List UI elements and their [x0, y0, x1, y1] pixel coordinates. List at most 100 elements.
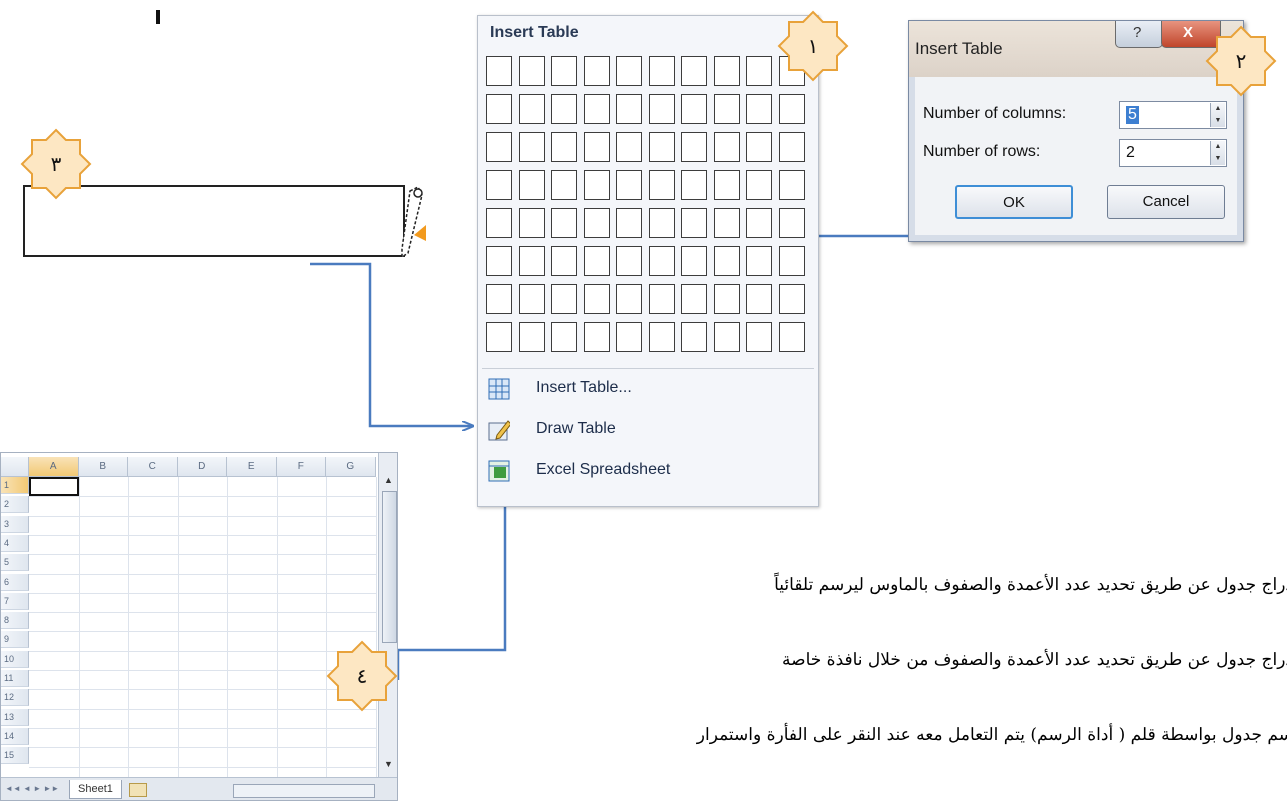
column-header[interactable]: C	[128, 457, 178, 477]
grid-cell[interactable]	[616, 284, 642, 314]
select-all-corner[interactable]	[1, 457, 29, 477]
row-header[interactable]: 3	[1, 515, 29, 533]
grid-cell[interactable]	[518, 322, 545, 352]
cancel-button[interactable]: Cancel	[1107, 185, 1225, 219]
grid-cell[interactable]	[778, 132, 805, 162]
grid-cell[interactable]	[713, 208, 740, 238]
grid-cell[interactable]	[518, 94, 545, 124]
column-header[interactable]: F	[276, 457, 326, 477]
row-header[interactable]: 13	[1, 708, 29, 726]
grid-cell[interactable]	[518, 208, 545, 238]
grid-cell[interactable]	[551, 94, 577, 124]
grid-cell[interactable]	[518, 170, 545, 200]
grid-cell[interactable]	[486, 56, 512, 86]
grid-cell[interactable]	[778, 322, 805, 352]
grid-cell[interactable]	[583, 246, 610, 276]
grid-cell[interactable]	[551, 284, 577, 314]
column-header[interactable]: E	[227, 457, 277, 477]
row-header[interactable]: 15	[1, 747, 29, 765]
columns-spin-field[interactable]: 5 ▲ ▼	[1119, 101, 1227, 129]
grid-cell[interactable]	[713, 132, 740, 162]
grid-cell[interactable]	[551, 208, 577, 238]
grid-cell[interactable]	[583, 132, 610, 162]
help-button[interactable]: ?	[1115, 21, 1163, 48]
ok-button[interactable]: OK	[955, 185, 1073, 219]
grid-cell[interactable]	[778, 246, 805, 276]
grid-cell[interactable]	[616, 208, 642, 238]
grid-cell[interactable]	[486, 284, 512, 314]
row-header[interactable]: 9	[1, 631, 29, 649]
grid-cell[interactable]	[681, 94, 707, 124]
row-header[interactable]: 12	[1, 689, 29, 707]
grid-cell[interactable]	[583, 284, 610, 314]
grid-cell[interactable]	[486, 94, 512, 124]
grid-cell[interactable]	[713, 94, 740, 124]
grid-cell[interactable]	[648, 246, 675, 276]
grid-cell[interactable]	[616, 94, 642, 124]
grid-cell[interactable]	[746, 284, 772, 314]
vertical-scrollbar[interactable]: ▲ ▼	[378, 453, 397, 777]
menu-item-excel-spreadsheet[interactable]: Excel Spreadsheet	[484, 454, 804, 488]
grid-cell[interactable]	[616, 56, 642, 86]
grid-cell[interactable]	[583, 56, 610, 86]
grid-cell[interactable]	[713, 284, 740, 314]
grid-cell[interactable]	[713, 170, 740, 200]
spin-arrows-icon[interactable]: ▲ ▼	[1210, 103, 1225, 127]
menu-item-draw-table[interactable]: Draw Table	[484, 413, 804, 447]
grid-cell[interactable]	[778, 94, 805, 124]
grid-cell[interactable]	[486, 132, 512, 162]
grid-cell[interactable]	[551, 56, 577, 86]
grid-cell[interactable]	[583, 322, 610, 352]
spin-arrows-icon[interactable]: ▲ ▼	[1210, 141, 1225, 165]
grid-cell[interactable]	[583, 94, 610, 124]
grid-cell[interactable]	[746, 132, 772, 162]
insert-sheet-icon[interactable]	[129, 783, 147, 797]
grid-cell[interactable]	[648, 208, 675, 238]
scroll-down-icon[interactable]: ▼	[384, 759, 393, 769]
grid-cell[interactable]	[681, 56, 707, 86]
grid-cell[interactable]	[616, 322, 642, 352]
grid-cell[interactable]	[648, 56, 675, 86]
grid-cell[interactable]	[486, 170, 512, 200]
row-header[interactable]: 10	[1, 650, 29, 668]
table-size-grid[interactable]	[486, 56, 812, 362]
grid-cell[interactable]	[681, 170, 707, 200]
row-header[interactable]: 6	[1, 573, 29, 591]
row-header[interactable]: 1	[1, 477, 29, 494]
grid-cell[interactable]	[486, 322, 512, 352]
rows-spin-field[interactable]: 2 ▲ ▼	[1119, 139, 1227, 167]
grid-cell[interactable]	[583, 208, 610, 238]
grid-cell[interactable]	[551, 170, 577, 200]
grid-cell[interactable]	[746, 246, 772, 276]
active-cell[interactable]	[29, 477, 79, 496]
grid-cell[interactable]	[486, 246, 512, 276]
grid-cell[interactable]	[648, 322, 675, 352]
grid-cell[interactable]	[518, 284, 545, 314]
grid-cell[interactable]	[616, 132, 642, 162]
grid-cell[interactable]	[746, 208, 772, 238]
grid-cell[interactable]	[681, 322, 707, 352]
grid-cell[interactable]	[648, 94, 675, 124]
sheet-tab[interactable]: Sheet1	[69, 780, 122, 799]
row-header[interactable]: 11	[1, 670, 29, 687]
grid-cell[interactable]	[681, 132, 707, 162]
row-header[interactable]: 2	[1, 496, 29, 514]
column-header[interactable]: B	[78, 457, 128, 477]
grid-cell[interactable]	[713, 56, 740, 86]
grid-cell[interactable]	[648, 170, 675, 200]
menu-item-insert-table[interactable]: Insert Table...	[484, 372, 804, 406]
horizontal-scrollbar[interactable]	[233, 784, 375, 798]
grid-cell[interactable]	[583, 170, 610, 200]
grid-cell[interactable]	[681, 246, 707, 276]
column-header[interactable]: A	[29, 457, 79, 477]
grid-cell[interactable]	[681, 208, 707, 238]
grid-cell[interactable]	[681, 284, 707, 314]
grid-cell[interactable]	[551, 132, 577, 162]
grid-cell[interactable]	[648, 284, 675, 314]
row-header[interactable]: 7	[1, 592, 29, 610]
scroll-up-icon[interactable]: ▲	[384, 475, 393, 485]
row-header[interactable]: 8	[1, 612, 29, 630]
row-header[interactable]: 5	[1, 554, 29, 572]
grid-cell[interactable]	[746, 322, 772, 352]
grid-cell[interactable]	[746, 94, 772, 124]
